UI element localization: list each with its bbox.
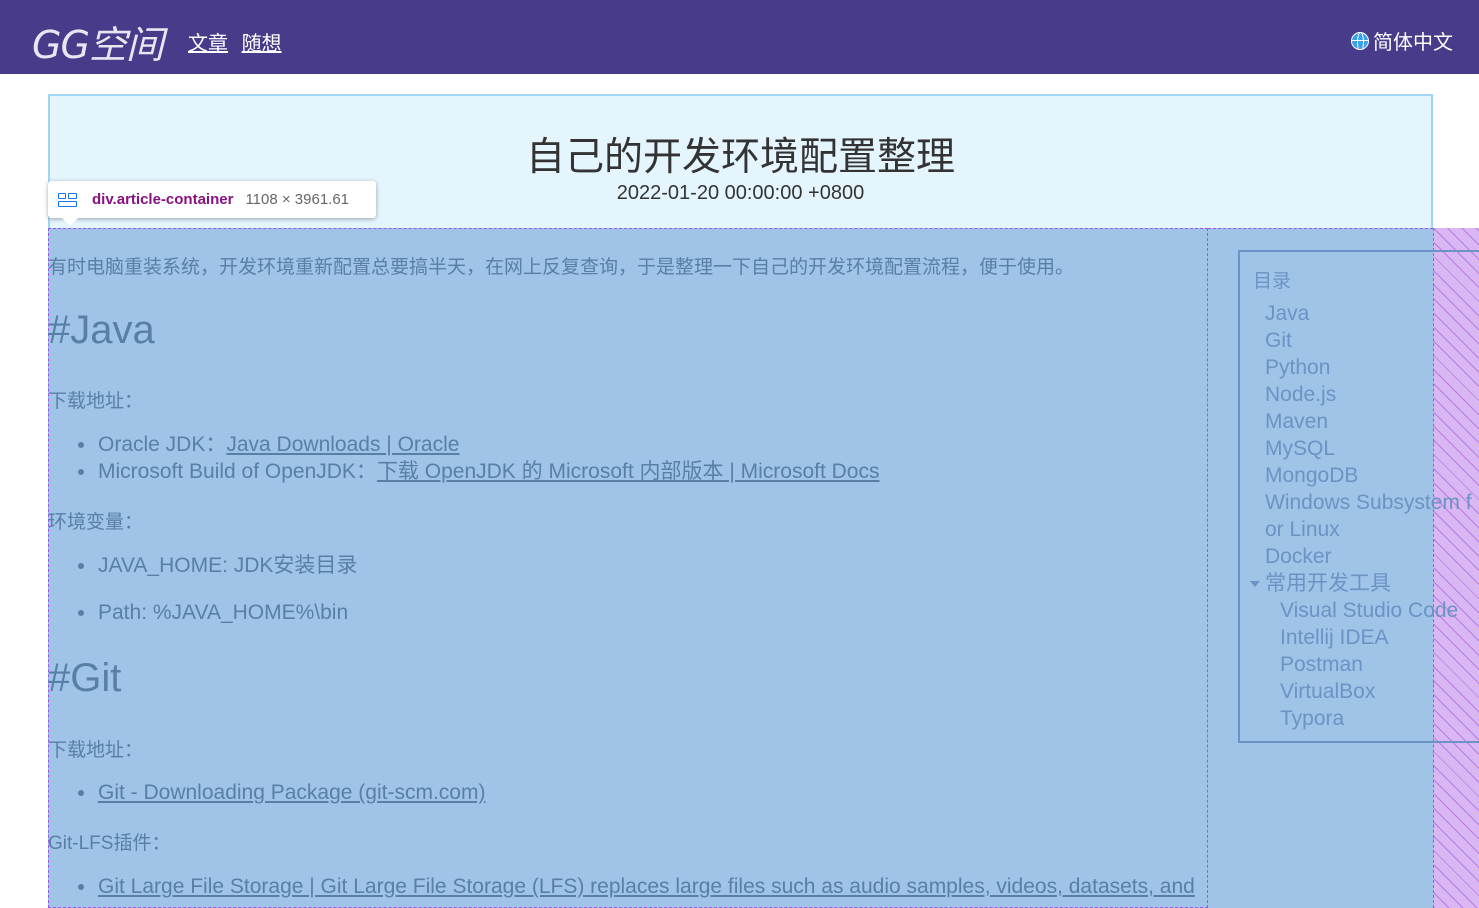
java-download-list: Oracle JDK：Java Downloads | Oracle Micro… [77,431,880,485]
toc-title: 目录 [1253,271,1292,292]
toc-item-mongodb[interactable]: MongoDB [1265,462,1472,489]
toc-item-wsl[interactable]: Windows Subsystem f [1265,489,1472,516]
top-navbar: GG空间 文章 随想 简体中文 [0,0,1479,74]
grid-layout-icon [58,192,78,207]
git-lfs-list: Git Large File Storage | Git Large File … [78,873,1195,900]
tooltip-element-size: 1108 × 3961.61 [245,191,350,208]
git-download-list: Git - Downloading Package (git-scm.com) [77,779,485,806]
language-switcher[interactable]: 简体中文 [1351,26,1453,55]
toc-item-maven[interactable]: Maven [1265,408,1472,435]
toc-item-postman[interactable]: Postman [1265,651,1472,678]
main-nav: 文章 随想 [188,27,290,56]
toc-item-python[interactable]: Python [1265,354,1472,381]
toc-item-typora[interactable]: Typora [1265,705,1472,732]
toc-item-nodejs[interactable]: Node.js [1265,381,1472,408]
tooltip-element-name: div.article-container [92,191,234,208]
git-lfs-link[interactable]: Git Large File Storage | Git Large File … [98,875,1195,898]
java-env-list: JAVA_HOME: JDK安装目录 [77,552,358,579]
globe-icon [1351,31,1369,50]
list-item: Git - Downloading Package (git-scm.com) [77,779,485,806]
microsoft-openjdk-link[interactable]: 下载 OpenJDK 的 Microsoft 内部版本 | Microsoft … [377,460,880,483]
java-download-label: 下载地址： [48,391,144,412]
toc-group-label: 常用开发工具 [1265,572,1391,595]
git-lfs-label: Git-LFS插件： [48,833,171,854]
toc-item-intellij[interactable]: Intellij IDEA [1265,624,1472,651]
list-item: Microsoft Build of OpenJDK：下载 OpenJDK 的 … [77,458,880,485]
download-prefix: Oracle JDK： [98,433,227,456]
list-item: JAVA_HOME: JDK安装目录 [77,554,358,577]
toc-item-git[interactable]: Git [1265,327,1472,354]
article-title: 自己的开发环境配置整理 [525,136,955,179]
nav-link-thoughts[interactable]: 随想 [242,33,282,55]
caret-down-icon[interactable] [1250,581,1260,587]
toc-list: Java Git Python Node.js Maven MySQL Mong… [1250,300,1472,732]
git-download-link[interactable]: Git - Downloading Package (git-scm.com) [98,781,485,804]
heading-git[interactable]: #Git [48,656,121,701]
nav-link-articles[interactable]: 文章 [188,33,228,55]
language-label: 简体中文 [1373,32,1453,54]
git-download-label: 下载地址： [48,740,144,761]
oracle-jdk-link[interactable]: Java Downloads | Oracle [226,433,459,456]
list-item: Path: %JAVA_HOME%\bin [77,601,349,624]
intro-paragraph: 有时电脑重装系统，开发环境重新配置总要搞半天，在网上反复查询，于是整理一下自己的… [48,257,1075,278]
toc-item-vscode[interactable]: Visual Studio Code [1265,597,1472,624]
table-of-contents: 目录 Java Git Python Node.js Maven MySQL M… [1238,250,1479,743]
heading-java[interactable]: #Java [48,308,155,353]
toc-item-wsl-wrap[interactable]: or Linux [1265,516,1472,543]
java-env-label: 环境变量： [48,512,144,533]
list-item: Git Large File Storage | Git Large File … [78,873,1195,900]
list-item: Oracle JDK：Java Downloads | Oracle [77,431,879,458]
toc-group-dev-tools[interactable]: 常用开发工具 [1250,570,1472,597]
java-env-list-2: Path: %JAVA_HOME%\bin [77,599,349,626]
toc-item-docker[interactable]: Docker [1265,543,1472,570]
devtools-element-tooltip: div.article-container 1108 × 3961.61 [48,181,376,226]
site-logo[interactable]: GG空间 [32,14,164,69]
toc-item-java[interactable]: Java [1265,300,1472,327]
download-prefix: Microsoft Build of OpenJDK： [98,460,377,483]
toc-item-mysql[interactable]: MySQL [1265,435,1472,462]
toc-item-virtualbox[interactable]: VirtualBox [1265,678,1472,705]
